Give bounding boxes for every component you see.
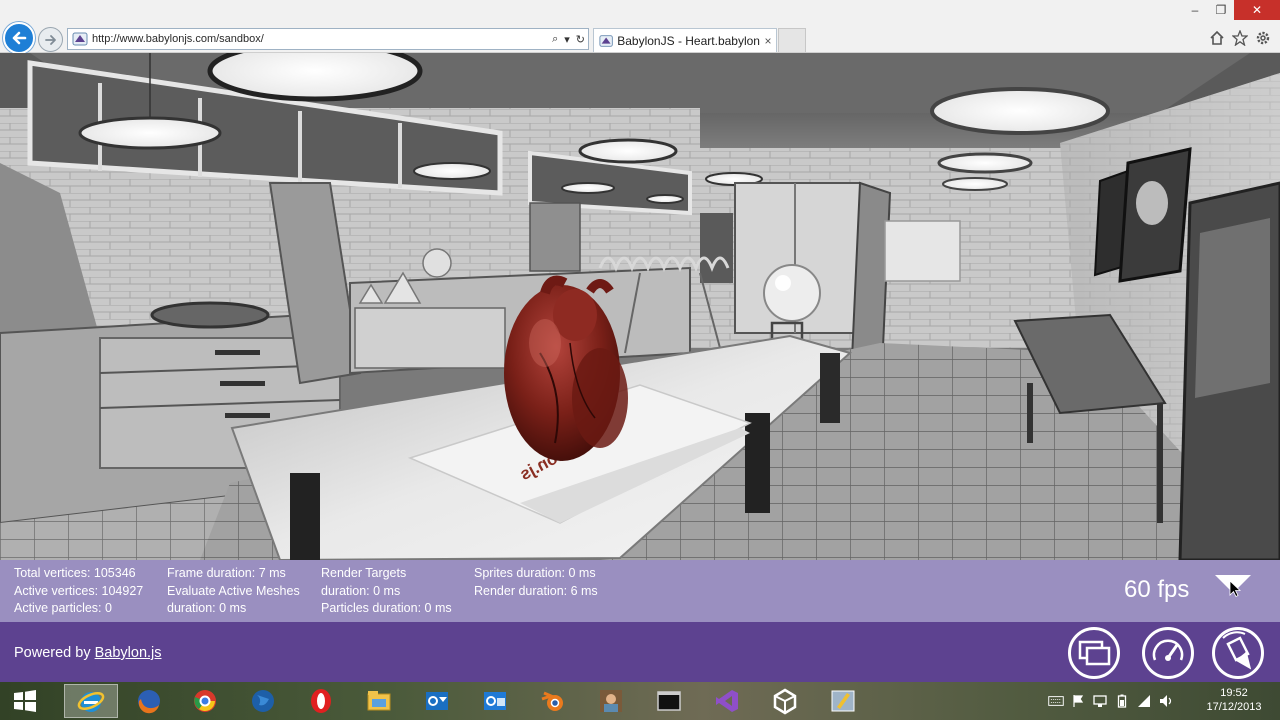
favorites-star-icon[interactable] (1231, 29, 1249, 47)
browser-chrome: http://www.babylonjs.com/sandbox/ ⌕ ▾ ↻ … (0, 0, 1280, 54)
console-icon (657, 691, 681, 711)
chrome-icon (194, 690, 216, 712)
stat-frame-duration: Frame duration: 7 ms (167, 566, 286, 580)
stats-column-vertices: Total vertices: 105346 Active vertices: … (14, 565, 143, 618)
render-canvas[interactable]: babylon.js (0, 53, 1280, 560)
visual-studio-icon (716, 690, 738, 712)
performance-button[interactable] (1142, 627, 1194, 679)
taskbar-unity[interactable] (760, 684, 810, 718)
system-tray (1045, 682, 1177, 720)
stat-sprites-duration: Sprites duration: 0 ms (474, 566, 596, 580)
taskbar: 19:52 17/12/2013 (0, 682, 1280, 720)
tab-heart-babylon[interactable]: BabylonJS - Heart.babylon × (593, 28, 777, 52)
file-explorer-icon (367, 691, 391, 711)
address-bar[interactable]: http://www.babylonjs.com/sandbox/ ⌕ ▾ ↻ (67, 28, 589, 50)
outlook-icon (426, 692, 448, 710)
footer-bar: Powered by Babylon.js (0, 622, 1280, 682)
close-window-button[interactable]: ✕ (1234, 0, 1280, 20)
blender-icon (541, 691, 563, 711)
taskbar-opera[interactable] (296, 684, 346, 718)
taskbar-photo-editor[interactable] (818, 684, 868, 718)
powered-by: Powered by Babylon.js (14, 645, 162, 661)
stat-active-vertices: Active vertices: 104927 (14, 583, 144, 598)
wifi-icon[interactable] (1136, 694, 1152, 708)
back-icon (12, 31, 27, 45)
fullscreen-button[interactable] (1068, 627, 1120, 679)
outlook-alt-icon (484, 692, 506, 710)
taskbar-firefox[interactable] (124, 684, 174, 718)
keyboard-icon[interactable] (1048, 694, 1064, 708)
battery-icon[interactable] (1114, 694, 1130, 708)
performance-gauge-icon (1152, 639, 1184, 661)
site-favicon-icon (72, 32, 88, 46)
stat-active-particles: Active particles: 0 (14, 601, 112, 615)
fullscreen-icon (1078, 640, 1111, 666)
tab-favicon-icon (599, 34, 613, 47)
taskbar-blender[interactable] (528, 684, 578, 718)
stat-total-vertices: Total vertices: 105346 (14, 566, 136, 580)
photo-editor-icon (831, 690, 855, 712)
address-text[interactable]: http://www.babylonjs.com/sandbox/ (92, 33, 549, 45)
stats-column-render-targets: Render Targets duration: 0 ms Particles … (321, 565, 452, 618)
opera-icon (311, 689, 331, 713)
volume-icon[interactable] (1158, 694, 1174, 708)
taskbar-visual-studio[interactable] (702, 684, 752, 718)
gear-icon[interactable] (1254, 29, 1272, 47)
globe-icon (252, 690, 274, 712)
fps-counter: 60 fps (1124, 576, 1190, 603)
start-button[interactable] (0, 684, 50, 718)
system-clock[interactable]: 19:52 17/12/2013 (1204, 686, 1264, 714)
dropdown-icon[interactable]: ▾ (561, 33, 573, 46)
windows-start-icon (14, 690, 36, 712)
clear-scene-icon (1222, 631, 1252, 670)
powered-by-label: Powered by (14, 645, 95, 661)
clock-time: 19:52 (1220, 687, 1248, 699)
stat-evaluate-label: Evaluate Active Meshes (167, 583, 300, 598)
stats-column-sprites: Sprites duration: 0 ms Render duration: … (474, 565, 598, 600)
stats-column-frame: Frame duration: 7 ms Evaluate Active Mes… (167, 565, 300, 618)
unity-icon (773, 688, 797, 715)
stat-evaluate-duration: duration: 0 ms (167, 601, 247, 615)
minimize-button[interactable]: – (1182, 0, 1208, 20)
action-center-flag-icon[interactable] (1070, 694, 1086, 708)
maximize-button[interactable]: ❐ (1208, 0, 1234, 20)
taskbar-file-explorer[interactable] (354, 684, 404, 718)
taskbar-outlook[interactable] (412, 684, 462, 718)
stat-render-targets-label: Render Targets (321, 566, 407, 580)
internet-explorer-icon (77, 692, 105, 712)
taskbar-chrome[interactable] (180, 684, 230, 718)
refresh-icon[interactable]: ↻ (573, 33, 588, 46)
taskbar-photo-app[interactable] (586, 684, 636, 718)
search-icon[interactable]: ⌕ (549, 33, 561, 46)
new-tab-button[interactable] (778, 28, 806, 52)
lab-scene: babylon.js (0, 53, 1280, 560)
network-icon[interactable] (1092, 694, 1108, 708)
home-icon[interactable] (1208, 29, 1226, 47)
clear-scene-button[interactable] (1212, 627, 1264, 679)
forward-button[interactable] (38, 27, 63, 52)
tab-close-icon[interactable]: × (760, 34, 776, 48)
stats-panel: Total vertices: 105346 Active vertices: … (0, 560, 1280, 622)
taskbar-globe[interactable] (238, 684, 288, 718)
collapse-stats-icon[interactable] (1213, 573, 1253, 597)
taskbar-outlook-alt[interactable] (470, 684, 520, 718)
stat-particles-duration: Particles duration: 0 ms (321, 601, 452, 615)
photo-app-icon (600, 690, 622, 712)
taskbar-console[interactable] (644, 684, 694, 718)
firefox-icon (138, 690, 160, 714)
back-button[interactable] (3, 22, 35, 54)
clock-date: 17/12/2013 (1206, 701, 1262, 713)
stat-render-targets-duration: duration: 0 ms (321, 583, 401, 598)
taskbar-internet-explorer[interactable] (64, 684, 118, 718)
tab-title: BabylonJS - Heart.babylon (617, 33, 760, 48)
babylonjs-link[interactable]: Babylon.js (95, 645, 162, 661)
stat-render-duration: Render duration: 6 ms (474, 583, 598, 598)
forward-icon (44, 34, 56, 45)
